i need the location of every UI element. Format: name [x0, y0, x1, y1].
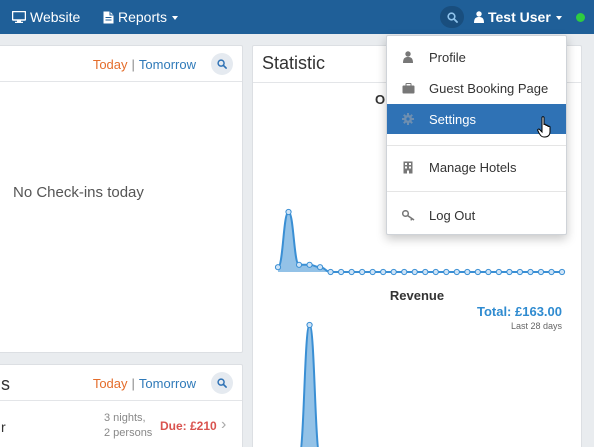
building-icon [403, 161, 413, 173]
chart-point[interactable] [390, 268, 397, 276]
chevron-down-icon [172, 15, 179, 20]
checkins-header: Today | Tomorrow [0, 46, 242, 82]
user-icon [403, 51, 413, 63]
chart-point[interactable] [443, 268, 450, 276]
guest-name: r [1, 419, 6, 435]
chevron-right-icon: › [221, 416, 227, 433]
chart-point[interactable] [359, 268, 366, 276]
checkouts-panel: s Today | Tomorrow r 3 nights, 2 persons D… [0, 364, 243, 447]
menu-item-profile[interactable]: Profile [387, 42, 566, 72]
menu-item-label: Settings [429, 111, 476, 127]
menu-item-label: Guest Booking Page [429, 80, 549, 96]
checkins-panel: Today | Tomorrow No Check-ins today [0, 45, 243, 353]
chart-point[interactable] [485, 268, 492, 276]
website-link[interactable]: Website [12, 0, 80, 34]
chart-point[interactable] [316, 264, 324, 271]
user-menu-toggle[interactable]: Test User [474, 0, 562, 34]
reports-menu[interactable]: Reports [103, 0, 179, 34]
chart-point[interactable] [274, 264, 282, 271]
website-label: Website [30, 9, 81, 25]
day-tabs: Today | Tomorrow [93, 57, 196, 72]
chart-point[interactable] [401, 268, 408, 276]
top-navbar: Website Reports Test User [0, 0, 594, 34]
user-dropdown-menu: Profile Guest Booking Page Settings Mana… [386, 35, 567, 235]
menu-divider [387, 145, 566, 146]
chart-point[interactable] [285, 208, 292, 216]
online-status-indicator [576, 13, 585, 22]
checkouts-search-button[interactable] [211, 372, 233, 394]
user-name: Test User [488, 9, 551, 25]
chart-point[interactable] [495, 268, 502, 276]
search-icon [446, 11, 458, 23]
briefcase-icon [402, 82, 414, 93]
menu-item-settings[interactable]: Settings [387, 104, 566, 138]
tab-tomorrow[interactable]: Tomorrow [139, 57, 196, 72]
chart-point[interactable] [422, 268, 429, 276]
user-icon [474, 11, 484, 23]
menu-divider [387, 191, 566, 192]
chevron-down-icon [555, 15, 562, 20]
chart-area-1 [301, 325, 318, 447]
checkins-search-button[interactable] [211, 53, 233, 75]
chart-point[interactable] [474, 268, 481, 276]
chart-point[interactable] [327, 268, 334, 276]
chart-point[interactable] [369, 268, 376, 276]
tab-today[interactable]: Today [93, 376, 128, 391]
booking-row[interactable]: r 3 nights, 2 persons Due: £210 › [0, 402, 242, 447]
search-icon [217, 59, 227, 69]
tab-today[interactable]: Today [93, 57, 128, 72]
menu-item-log-out[interactable]: Log Out [387, 200, 566, 230]
chart-point[interactable] [527, 268, 534, 276]
persons-count: 2 persons [104, 427, 153, 439]
chart-point[interactable] [453, 268, 460, 276]
tab-separator: | [131, 376, 135, 391]
chart-line-1 [300, 323, 319, 447]
menu-item-label: Log Out [429, 207, 476, 223]
reports-label: Reports [118, 9, 168, 25]
chart-point[interactable] [537, 268, 545, 276]
chart-point[interactable] [348, 268, 355, 276]
chart-point[interactable] [506, 268, 513, 276]
chart-point[interactable] [380, 268, 387, 276]
document-icon [103, 11, 114, 23]
gear-icon [402, 113, 414, 125]
checkouts-title: s [1, 374, 10, 394]
chart-point[interactable] [306, 321, 313, 329]
search-button[interactable] [440, 6, 464, 28]
day-tabs: Today | Tomorrow [93, 376, 196, 391]
menu-item-manage-hotels[interactable]: Manage Hotels [387, 152, 566, 182]
chart-point[interactable] [338, 268, 345, 276]
chart-point[interactable] [548, 268, 555, 276]
chart-point[interactable] [464, 268, 471, 276]
tab-tomorrow[interactable]: Tomorrow [139, 376, 196, 391]
stay-details: 3 nights, 2 persons [104, 411, 152, 441]
hand-cursor-icon [537, 116, 551, 138]
chart-point[interactable] [516, 268, 524, 276]
amount-due: Due: £210 [160, 419, 217, 433]
search-icon [217, 378, 227, 388]
chart-point[interactable] [295, 261, 303, 268]
chart-point[interactable] [432, 268, 439, 276]
menu-item-label: Profile [429, 49, 466, 65]
checkouts-header: s Today | Tomorrow [0, 365, 242, 401]
tab-separator: | [131, 57, 135, 72]
menu-item-label: Manage Hotels [429, 159, 517, 175]
empty-checkins-message: No Check-ins today [13, 184, 144, 201]
menu-item-guest-booking-page[interactable]: Guest Booking Page [387, 73, 566, 103]
key-icon [401, 209, 414, 221]
chart-point[interactable] [558, 268, 566, 276]
monitor-icon [12, 11, 26, 23]
nights-count: 3 nights, [104, 412, 146, 424]
chart-point[interactable] [411, 268, 418, 276]
chart-point[interactable] [306, 261, 313, 268]
